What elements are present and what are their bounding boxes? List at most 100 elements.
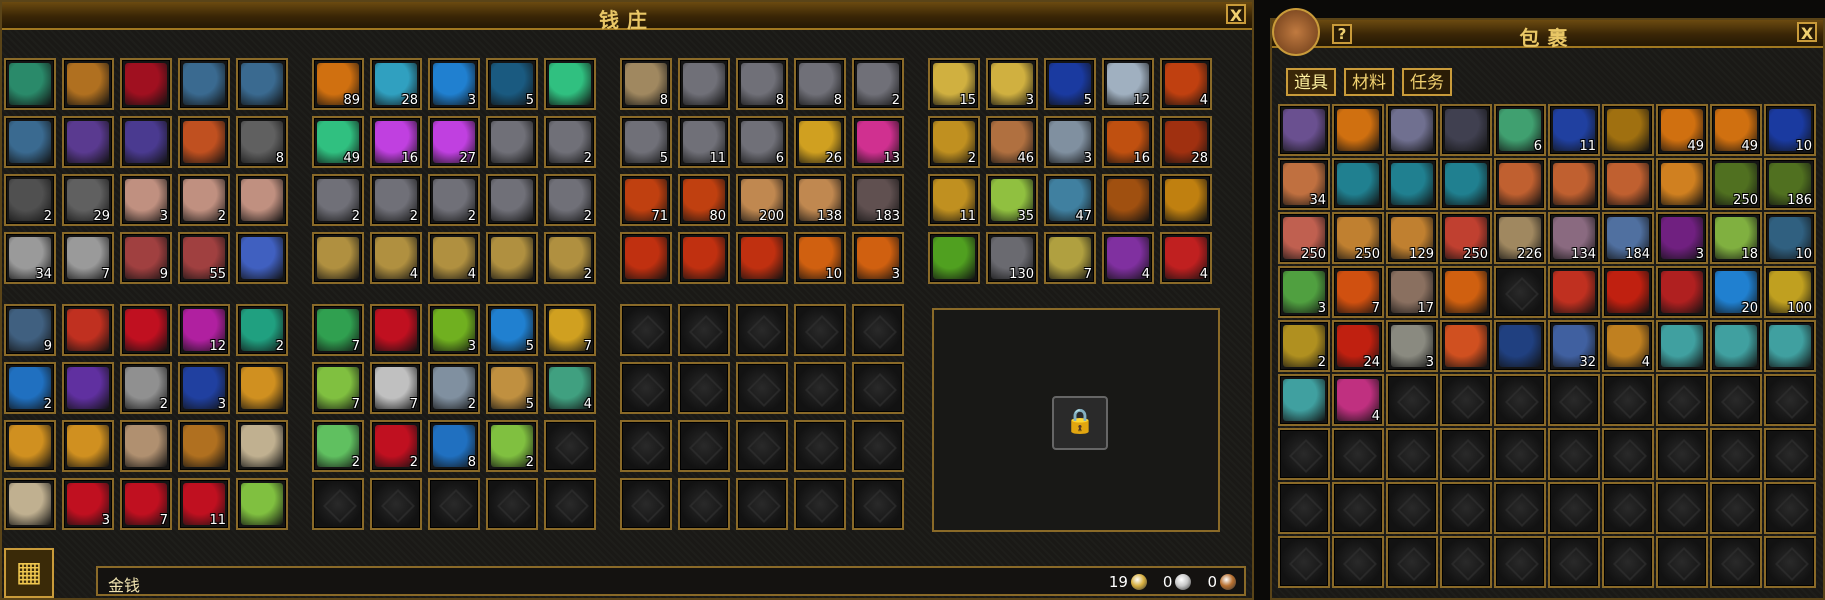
item-slot[interactable]: 250 — [1440, 212, 1492, 264]
item-slot[interactable]: 17 — [1386, 266, 1438, 318]
empty-slot[interactable] — [678, 478, 730, 530]
empty-slot[interactable] — [1656, 374, 1708, 426]
tab-materials[interactable]: 材料 — [1344, 68, 1394, 96]
item-slot[interactable]: 2 — [370, 420, 422, 472]
item-slot[interactable] — [1440, 320, 1492, 372]
empty-slot[interactable] — [1494, 266, 1546, 318]
item-slot[interactable] — [178, 420, 230, 472]
empty-slot[interactable] — [1440, 536, 1492, 588]
item-slot[interactable]: 7 — [1044, 232, 1096, 284]
expand-icon[interactable]: ▦ — [4, 548, 54, 598]
item-slot[interactable] — [178, 58, 230, 110]
empty-slot[interactable] — [852, 420, 904, 472]
item-slot[interactable] — [1602, 158, 1654, 210]
item-slot[interactable]: 3 — [1386, 320, 1438, 372]
item-slot[interactable]: 250 — [1332, 212, 1384, 264]
item-slot[interactable] — [1332, 158, 1384, 210]
item-slot[interactable]: 49 — [1656, 104, 1708, 156]
item-slot[interactable] — [678, 58, 730, 110]
empty-slot[interactable] — [620, 362, 672, 414]
item-slot[interactable] — [1656, 158, 1708, 210]
empty-slot[interactable] — [736, 362, 788, 414]
item-slot[interactable] — [120, 304, 172, 356]
empty-slot[interactable] — [1764, 428, 1816, 480]
item-slot[interactable] — [178, 116, 230, 168]
item-slot[interactable] — [62, 304, 114, 356]
item-slot[interactable] — [928, 232, 980, 284]
item-slot[interactable] — [120, 116, 172, 168]
item-slot[interactable] — [1386, 104, 1438, 156]
item-slot[interactable]: 4 — [1160, 58, 1212, 110]
item-slot[interactable]: 3 — [1278, 266, 1330, 318]
item-slot[interactable]: 3 — [178, 362, 230, 414]
empty-slot[interactable] — [1710, 428, 1762, 480]
empty-slot[interactable] — [852, 304, 904, 356]
item-slot[interactable]: 3 — [120, 174, 172, 226]
item-slot[interactable]: 7 — [62, 232, 114, 284]
bag-titlebar[interactable]: 包裹 ? X — [1272, 20, 1823, 50]
item-slot[interactable] — [544, 58, 596, 110]
item-slot[interactable]: 16 — [1102, 116, 1154, 168]
empty-slot[interactable] — [1656, 428, 1708, 480]
item-slot[interactable]: 2 — [370, 174, 422, 226]
item-slot[interactable]: 34 — [1278, 158, 1330, 210]
item-slot[interactable]: 7 — [1332, 266, 1384, 318]
item-slot[interactable]: 4 — [1602, 320, 1654, 372]
empty-slot[interactable] — [794, 420, 846, 472]
empty-slot[interactable] — [1548, 482, 1600, 534]
empty-slot[interactable] — [1494, 482, 1546, 534]
item-slot[interactable] — [312, 232, 364, 284]
item-slot[interactable]: 2 — [236, 304, 288, 356]
item-slot[interactable]: 130 — [986, 232, 1038, 284]
empty-slot[interactable] — [1440, 374, 1492, 426]
item-slot[interactable] — [1160, 174, 1212, 226]
item-slot[interactable] — [4, 58, 56, 110]
item-slot[interactable] — [1332, 104, 1384, 156]
item-slot[interactable]: 9 — [120, 232, 172, 284]
empty-slot[interactable] — [1494, 428, 1546, 480]
empty-slot[interactable] — [1764, 482, 1816, 534]
empty-slot[interactable] — [1332, 536, 1384, 588]
item-slot[interactable] — [236, 58, 288, 110]
item-slot[interactable] — [236, 362, 288, 414]
item-slot[interactable] — [236, 478, 288, 530]
item-slot[interactable]: 4 — [1332, 374, 1384, 426]
item-slot[interactable] — [4, 478, 56, 530]
item-slot[interactable]: 5 — [620, 116, 672, 168]
empty-slot[interactable] — [370, 478, 422, 530]
empty-slot[interactable] — [794, 478, 846, 530]
empty-slot[interactable] — [1386, 536, 1438, 588]
item-slot[interactable]: 55 — [178, 232, 230, 284]
empty-slot[interactable] — [620, 304, 672, 356]
item-slot[interactable]: 7 — [312, 304, 364, 356]
empty-slot[interactable] — [1440, 482, 1492, 534]
item-slot[interactable]: 7 — [120, 478, 172, 530]
item-slot[interactable]: 11 — [1548, 104, 1600, 156]
empty-slot[interactable] — [1332, 482, 1384, 534]
item-slot[interactable] — [1602, 266, 1654, 318]
item-slot[interactable] — [1494, 320, 1546, 372]
empty-slot[interactable] — [1278, 428, 1330, 480]
item-slot[interactable]: 10 — [794, 232, 846, 284]
empty-slot[interactable] — [1602, 536, 1654, 588]
item-slot[interactable]: 89 — [312, 58, 364, 110]
item-slot[interactable] — [1102, 174, 1154, 226]
item-slot[interactable]: 200 — [736, 174, 788, 226]
item-slot[interactable]: 134 — [1548, 212, 1600, 264]
item-slot[interactable]: 2 — [178, 174, 230, 226]
item-slot[interactable] — [1656, 320, 1708, 372]
empty-slot[interactable] — [1656, 482, 1708, 534]
item-slot[interactable] — [1548, 158, 1600, 210]
item-slot[interactable]: 2 — [486, 420, 538, 472]
empty-slot[interactable] — [1548, 536, 1600, 588]
item-slot[interactable] — [120, 58, 172, 110]
empty-slot[interactable] — [678, 362, 730, 414]
item-slot[interactable] — [620, 232, 672, 284]
item-slot[interactable] — [486, 174, 538, 226]
item-slot[interactable]: 183 — [852, 174, 904, 226]
item-slot[interactable]: 27 — [428, 116, 480, 168]
item-slot[interactable] — [1278, 374, 1330, 426]
tab-items[interactable]: 道具 — [1286, 68, 1336, 96]
item-slot[interactable]: 18 — [1710, 212, 1762, 264]
item-slot[interactable]: 6 — [736, 116, 788, 168]
